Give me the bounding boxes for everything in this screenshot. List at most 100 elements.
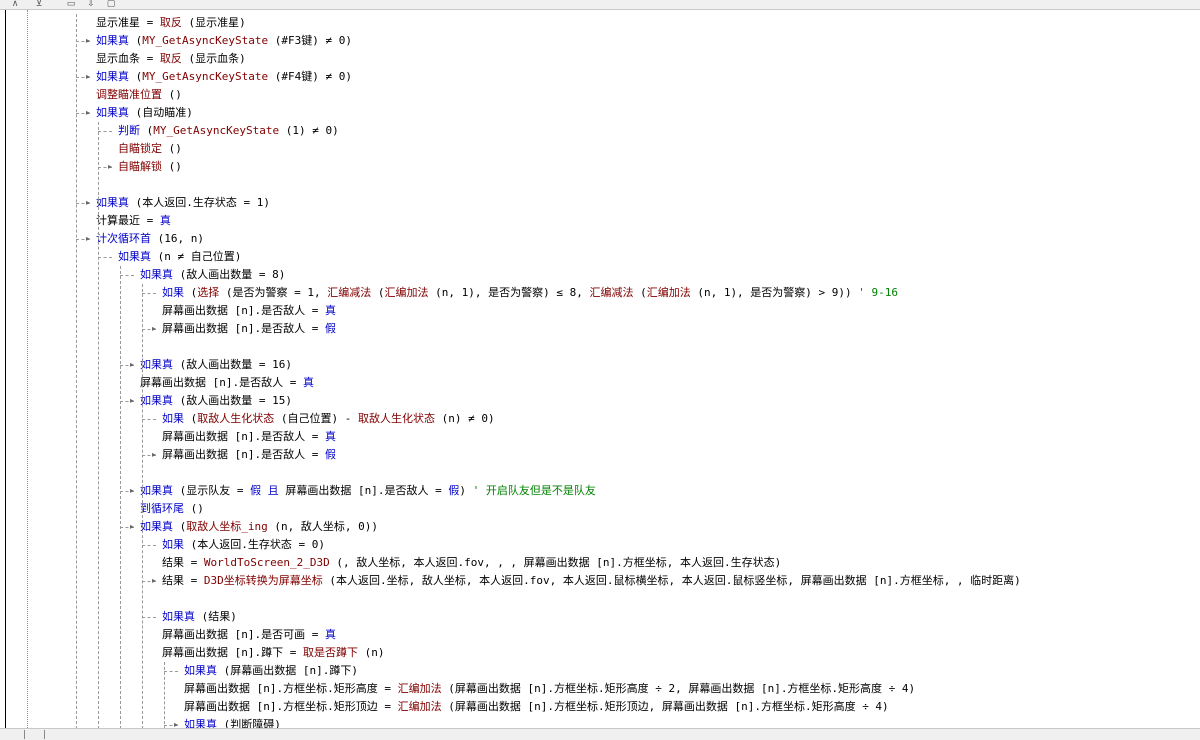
code-token: (#F4键) ≠ 0) <box>268 70 352 83</box>
code-token: (结果) <box>195 610 237 623</box>
code-line[interactable]: 如果真 (屏幕画出数据 [n].蹲下) <box>0 662 1200 680</box>
blank-line[interactable] <box>0 464 1200 482</box>
code-token: 如果真 <box>96 34 129 47</box>
code-token: 假 <box>324 448 336 461</box>
code-line[interactable]: 如果真 (n ≠ 自己位置) <box>0 248 1200 266</box>
code-line[interactable]: ▸ 如果真 (敌人画出数量 = 16) <box>0 356 1200 374</box>
code-line[interactable]: ▸ 屏幕画出数据 [n].是否敌人 = 假 <box>0 320 1200 338</box>
code-token: (n, 1), 是否为警察) > 9)) <box>690 286 859 299</box>
code-token: () <box>162 142 182 155</box>
code-line[interactable]: 显示准星 = 取反 (显示准星) <box>0 14 1200 32</box>
code-line[interactable]: 结果 = WorldToScreen_2_D3D (, 敌人坐标, 本人返回.f… <box>0 554 1200 572</box>
code-line[interactable]: 如果 (本人返回.生存状态 = 0) <box>0 536 1200 554</box>
indent-guide <box>76 14 77 728</box>
code-token: (, 敌人坐标, 本人返回.fov, , , 屏幕画出数据 [n].方框坐标, … <box>329 556 782 569</box>
copy-icon[interactable]: ▢ <box>104 0 118 9</box>
code-line[interactable]: ▸ 如果真 (判断障碍) <box>0 716 1200 728</box>
blank-line[interactable] <box>0 590 1200 608</box>
code-token: 如果真 <box>140 484 173 497</box>
code-token: (显示队友 = <box>173 484 251 497</box>
code-line[interactable]: 屏幕画出数据 [n].是否敌人 = 真 <box>0 374 1200 392</box>
code-token: 汇编减法 <box>589 286 634 299</box>
code-text: 屏幕画出数据 [n].是否敌人 = 假 <box>162 320 336 338</box>
code-token: (屏幕画出数据 [n].方框坐标.矩形顶边, 屏幕画出数据 [n].方框坐标.矩… <box>441 700 889 713</box>
code-line[interactable]: 调整瞄准位置 () <box>0 86 1200 104</box>
code-line[interactable]: 计算最近 = 真 <box>0 212 1200 230</box>
blank-line[interactable] <box>0 176 1200 194</box>
code-token: 调整瞄准位置 <box>96 88 162 101</box>
code-text: 到循环尾 () <box>140 500 204 518</box>
code-text: 屏幕画出数据 [n].方框坐标.矩形顶边 = 汇编加法 (屏幕画出数据 [n].… <box>184 698 889 716</box>
code-text: 显示血条 = 取反 (显示血条) <box>96 50 246 68</box>
code-token: 如果真 <box>140 358 173 371</box>
block-connector <box>142 617 156 618</box>
code-line[interactable]: ▸ 如果真 (取敌人坐标_ing (n, 敌人坐标, 0)) <box>0 518 1200 536</box>
code-line[interactable]: 显示血条 = 取反 (显示血条) <box>0 50 1200 68</box>
code-line[interactable]: 如果 (取敌人生化状态 (自己位置) - 取敌人生化状态 (n) ≠ 0) <box>0 410 1200 428</box>
code-line[interactable]: ▸ 如果真 (敌人画出数量 = 15) <box>0 392 1200 410</box>
code-line[interactable]: 如果真 (敌人画出数量 = 8) <box>0 266 1200 284</box>
code-line[interactable]: 如果真 (结果) <box>0 608 1200 626</box>
code-line[interactable]: ▸ 如果真 (本人返回.生存状态 = 1) <box>0 194 1200 212</box>
code-token: 如果 <box>162 538 184 551</box>
align-bottom-icon[interactable]: ⊻ <box>32 0 46 9</box>
code-line[interactable]: 屏幕画出数据 [n].方框坐标.矩形顶边 = 汇编加法 (屏幕画出数据 [n].… <box>0 698 1200 716</box>
code-line[interactable]: ▸ 如果真 (自动瞄准) <box>0 104 1200 122</box>
code-text: 结果 = D3D坐标转换为屏幕坐标 (本人返回.坐标, 敌人坐标, 本人返回.f… <box>162 572 1021 590</box>
branch-arrow-icon: ▸ <box>152 576 157 585</box>
code-token: 汇编加法 <box>646 286 691 299</box>
code-token: (n) <box>357 646 385 659</box>
code-text: 如果真 (显示队友 = 假 且 屏幕画出数据 [n].是否敌人 = 假) ' 开… <box>140 482 596 500</box>
code-line[interactable]: 自瞄锁定 () <box>0 140 1200 158</box>
branch-arrow-icon: ▸ <box>130 396 135 405</box>
download-icon[interactable]: ⇩ <box>84 0 98 9</box>
code-token: (自动瞄准) <box>129 106 193 119</box>
code-text: 屏幕画出数据 [n].方框坐标.矩形高度 = 汇编加法 (屏幕画出数据 [n].… <box>184 680 915 698</box>
code-line[interactable]: ▸ 如果真 (MY_GetAsyncKeyState (#F3键) ≠ 0) <box>0 32 1200 50</box>
code-token: 如果真 <box>96 106 129 119</box>
code-text: 如果真 (MY_GetAsyncKeyState (#F3键) ≠ 0) <box>96 32 352 50</box>
code-text: 如果 (取敌人生化状态 (自己位置) - 取敌人生化状态 (n) ≠ 0) <box>162 410 495 428</box>
code-line[interactable]: 如果 (选择 (是否为警察 = 1, 汇编减法 (汇编加法 (n, 1), 是否… <box>0 284 1200 302</box>
code-token: (屏幕画出数据 [n].方框坐标.矩形高度 ÷ 2, 屏幕画出数据 [n].方框… <box>441 682 916 695</box>
code-line[interactable]: 屏幕画出数据 [n].是否敌人 = 真 <box>0 428 1200 446</box>
code-line[interactable]: 屏幕画出数据 [n].是否敌人 = 真 <box>0 302 1200 320</box>
code-text: 计算最近 = 真 <box>96 212 171 230</box>
branch-arrow-icon: ▸ <box>86 198 91 207</box>
code-line[interactable]: ▸ 屏幕画出数据 [n].是否敌人 = 假 <box>0 446 1200 464</box>
align-top-icon[interactable]: ⊼ <box>8 0 22 9</box>
code-line[interactable]: ▸ 计次循环首 (16, n) <box>0 230 1200 248</box>
code-token: ( <box>184 412 198 425</box>
code-line[interactable]: ▸ 结果 = D3D坐标转换为屏幕坐标 (本人返回.坐标, 敌人坐标, 本人返回.… <box>0 572 1200 590</box>
code-line[interactable]: ▸ 如果真 (显示队友 = 假 且 屏幕画出数据 [n].是否敌人 = 假) ' … <box>0 482 1200 500</box>
horizontal-scrollbar[interactable] <box>0 728 1200 740</box>
code-token: 自瞄锁定 <box>118 142 162 155</box>
code-line[interactable]: 屏幕画出数据 [n].是否可画 = 真 <box>0 626 1200 644</box>
code-token: 屏幕画出数据 [n].是否可画 = <box>162 628 325 641</box>
code-token: 显示准星 = <box>96 16 160 29</box>
code-token: 屏幕画出数据 [n].方框坐标.矩形顶边 = <box>184 700 398 713</box>
code-token: 如果真 <box>140 268 173 281</box>
code-line[interactable]: 判断 (MY_GetAsyncKeyState (1) ≠ 0) <box>0 122 1200 140</box>
code-token: 判断 <box>118 124 140 137</box>
scroll-left-button[interactable] <box>24 730 35 739</box>
blank-line[interactable] <box>0 338 1200 356</box>
code-text: 屏幕画出数据 [n].是否敌人 = 假 <box>162 446 336 464</box>
code-text: 计次循环首 (16, n) <box>96 230 204 248</box>
code-text: 如果真 (本人返回.生存状态 = 1) <box>96 194 270 212</box>
code-editor[interactable]: 显示准星 = 取反 (显示准星) ▸ 如果真 (MY_GetAsyncKeyStat… <box>0 10 1200 728</box>
scroll-thumb[interactable] <box>44 730 55 739</box>
code-line[interactable]: 屏幕画出数据 [n].方框坐标.矩形高度 = 汇编加法 (屏幕画出数据 [n].… <box>0 680 1200 698</box>
code-line[interactable]: ▸ 自瞄解锁 () <box>0 158 1200 176</box>
code-token: 显示血条 = <box>96 52 160 65</box>
code-line[interactable]: 到循环尾 () <box>0 500 1200 518</box>
code-token: 自瞄解锁 <box>118 160 162 173</box>
code-token: (敌人画出数量 = 15) <box>173 394 292 407</box>
code-text: 屏幕画出数据 [n].蹲下 = 取是否蹲下 (n) <box>162 644 384 662</box>
box-icon[interactable]: ▭ <box>64 0 78 9</box>
code-line[interactable]: ▸ 如果真 (MY_GetAsyncKeyState (#F4键) ≠ 0) <box>0 68 1200 86</box>
code-token: (本人返回.坐标, 敌人坐标, 本人返回.fov, 本人返回.鼠标横坐标, 本人… <box>322 574 1021 587</box>
code-line[interactable]: 屏幕画出数据 [n].蹲下 = 取是否蹲下 (n) <box>0 644 1200 662</box>
code-token: 屏幕画出数据 [n].是否敌人 = <box>162 430 325 443</box>
